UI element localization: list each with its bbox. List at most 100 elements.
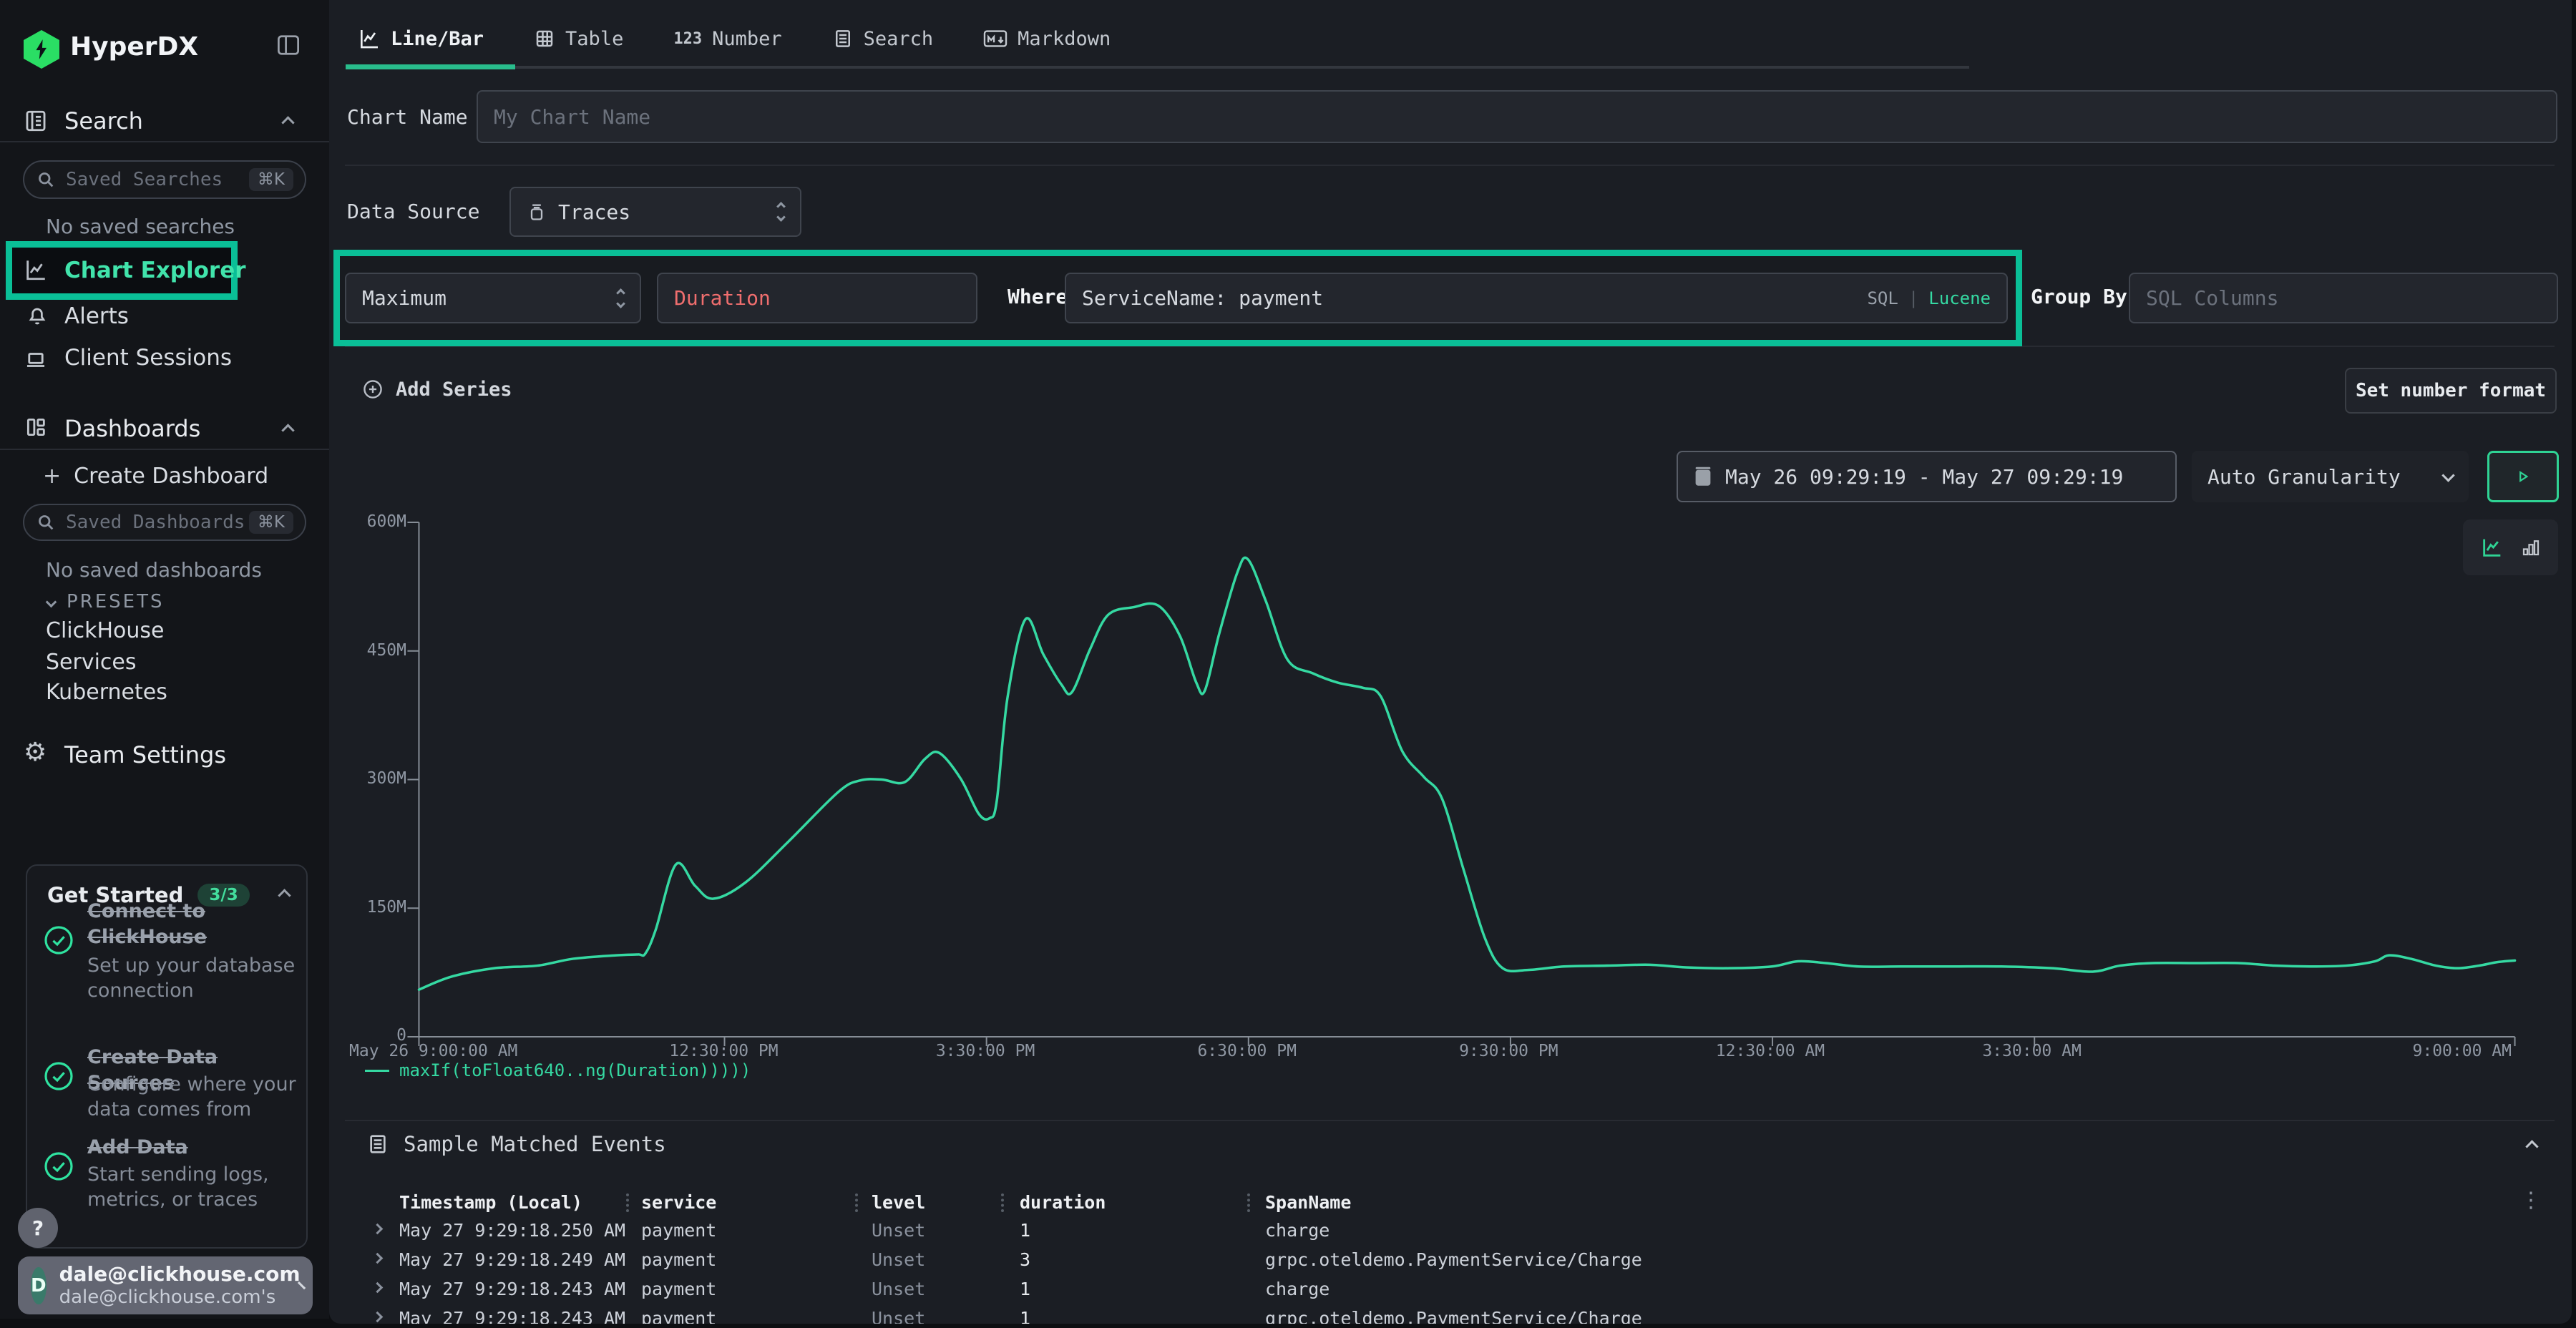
get-started-item-title[interactable]: Add Data — [87, 1135, 309, 1161]
shortcut-badge: ⌘K — [249, 511, 293, 534]
date-range-picker[interactable]: May 26 09:29:19 - May 27 09:29:19 — [1677, 451, 2177, 502]
get-started-card: Get Started 3/3 Connect to ClickHouse Se… — [26, 864, 308, 1249]
laptop-icon — [24, 348, 48, 372]
table-row[interactable]: May 27 9:29:18.250 AM payment Unset 1 ch… — [329, 1216, 2572, 1246]
presets-group[interactable]: PRESETS — [47, 591, 165, 612]
sidebar-item-team-settings[interactable]: Team Settings — [64, 741, 226, 768]
column-header-timestamp[interactable]: Timestamp (Local) — [399, 1192, 582, 1213]
help-button[interactable]: ? — [18, 1208, 58, 1248]
timeseries-chart[interactable] — [419, 522, 2515, 1037]
sidebar-item-client-sessions[interactable]: Client Sessions — [64, 345, 232, 371]
sql-mode-toggle[interactable]: SQL — [1867, 288, 1898, 308]
get-started-item-title[interactable]: Connect to ClickHouse — [87, 899, 266, 949]
search-icon — [36, 170, 56, 190]
x-tick-label: 3:30:00 PM — [936, 1042, 1035, 1060]
sidebar-section-dashboards[interactable]: Dashboards — [64, 415, 200, 442]
collapse-sidebar-icon[interactable] — [276, 34, 301, 56]
legend-line-swatch — [365, 1070, 389, 1072]
collapse-events-icon[interactable] — [2525, 1140, 2538, 1153]
sidebar: HyperDX Search Saved Searches ⌘K No save… — [0, 0, 329, 1319]
mode-separator: | — [1908, 288, 1918, 308]
list-icon — [832, 28, 854, 49]
data-source-select[interactable]: Traces — [509, 187, 801, 237]
dashboard-grid-icon — [24, 415, 48, 439]
tab-markdown[interactable]: Markdown — [983, 27, 1111, 50]
y-tick-label: 450M — [367, 641, 406, 660]
column-resize-handle[interactable] — [1001, 1193, 1004, 1212]
sidebar-item-chart-explorer[interactable]: Chart Explorer — [64, 258, 246, 283]
date-range-value: May 26 09:29:19 - May 27 09:29:19 — [1725, 465, 2123, 489]
add-series-button[interactable]: Add Series — [361, 378, 512, 401]
plus-circle-icon — [361, 378, 384, 401]
sample-events-title: Sample Matched Events — [404, 1132, 666, 1156]
set-number-format-button[interactable]: Set number format — [2345, 368, 2557, 414]
saved-dashboards-input[interactable]: Saved Dashboards ⌘K — [23, 504, 306, 541]
chevron-down-icon — [46, 596, 57, 607]
preset-clickhouse[interactable]: ClickHouse — [46, 618, 165, 643]
search-icon — [36, 512, 56, 532]
tab-table[interactable]: Table — [534, 27, 623, 50]
column-header-duration[interactable]: duration — [1020, 1192, 1106, 1213]
markdown-icon — [983, 28, 1008, 49]
divider — [0, 449, 329, 450]
where-label: Where — [1008, 285, 1068, 308]
tab-number[interactable]: 123 Number — [673, 27, 781, 50]
check-circle-icon — [42, 1149, 76, 1183]
divider — [345, 165, 2555, 166]
column-header-level[interactable]: level — [872, 1192, 925, 1213]
preset-kubernetes[interactable]: Kubernetes — [46, 680, 167, 705]
number-123-icon: 123 — [673, 30, 702, 48]
preset-services[interactable]: Services — [46, 650, 137, 675]
chevron-down-icon — [616, 299, 625, 308]
x-tick-label: 9:00:00 AM — [2413, 1042, 2512, 1060]
list-icon — [366, 1133, 389, 1156]
sidebar-item-alerts[interactable]: Alerts — [64, 303, 129, 329]
column-header-service[interactable]: service — [641, 1192, 716, 1213]
get-started-item-desc: Set up your database connection — [87, 953, 302, 1003]
legend-series-label: maxIf(toFloat640..ng(Duration))))) — [399, 1060, 751, 1080]
chevron-up-icon[interactable] — [278, 889, 291, 902]
where-input[interactable]: ServiceName: payment SQL | Lucene — [1065, 273, 2008, 323]
column-header-spanname[interactable]: SpanName — [1265, 1192, 1351, 1213]
expand-row-icon[interactable] — [372, 1253, 384, 1264]
avatar: D — [31, 1267, 47, 1304]
x-tick-label: 9:30:00 PM — [1459, 1042, 1558, 1060]
x-tick-label: 12:30:00 AM — [1716, 1042, 1825, 1060]
sidebar-section-search[interactable]: Search — [64, 107, 143, 135]
chevron-up-icon[interactable] — [281, 116, 294, 129]
column-resize-handle[interactable] — [626, 1193, 629, 1212]
group-by-label: Group By — [2031, 285, 2127, 308]
expand-row-icon[interactable] — [372, 1282, 384, 1294]
chart-legend[interactable]: maxIf(toFloat640..ng(Duration))))) — [365, 1060, 751, 1080]
table-row[interactable]: May 27 9:29:18.243 AM payment Unset 1 gr… — [329, 1304, 2572, 1324]
bar-chart-toggle-icon[interactable] — [2520, 537, 2542, 558]
lucene-mode-toggle[interactable]: Lucene — [1928, 288, 1991, 308]
group-by-input[interactable]: SQL Columns — [2129, 273, 2558, 323]
expand-row-icon[interactable] — [372, 1312, 384, 1323]
sidebar-item-create-dashboard[interactable]: +Create Dashboard — [43, 464, 268, 489]
kebab-menu-icon[interactable]: ⋮ — [2520, 1188, 2542, 1213]
hyperdx-logo-icon — [24, 30, 59, 69]
sample-events-header[interactable]: Sample Matched Events — [366, 1132, 666, 1156]
chart-type-tabs: Line/Bar Table 123 Number Search Markdow… — [358, 27, 1111, 50]
table-row[interactable]: May 27 9:29:18.243 AM payment Unset 1 ch… — [329, 1275, 2572, 1304]
column-resize-handle[interactable] — [855, 1193, 858, 1212]
column-resize-handle[interactable] — [1247, 1193, 1250, 1212]
expand-row-icon[interactable] — [372, 1224, 384, 1235]
user-account-button[interactable]: D dale@clickhouse.com dale@clickhouse.co… — [18, 1256, 313, 1314]
y-tick-label: 150M — [367, 898, 406, 917]
granularity-select[interactable]: Auto Granularity — [2192, 451, 2469, 502]
x-tick-label: 12:30:00 PM — [669, 1042, 778, 1060]
app-window: HyperDX Search Saved Searches ⌘K No save… — [0, 0, 2576, 1328]
presets-label: PRESETS — [67, 591, 165, 612]
tab-line-bar[interactable]: Line/Bar — [358, 27, 484, 50]
aggregation-select[interactable]: Maximum — [345, 273, 641, 323]
chart-name-input[interactable]: My Chart Name — [477, 90, 2557, 143]
field-input[interactable]: Duration — [657, 273, 977, 323]
tab-search[interactable]: Search — [832, 27, 934, 50]
journal-icon — [24, 109, 48, 133]
table-row[interactable]: May 27 9:29:18.249 AM payment Unset 3 gr… — [329, 1246, 2572, 1275]
run-query-button[interactable] — [2487, 451, 2559, 502]
chevron-up-icon[interactable] — [281, 424, 294, 436]
saved-searches-input[interactable]: Saved Searches ⌘K — [23, 160, 306, 199]
